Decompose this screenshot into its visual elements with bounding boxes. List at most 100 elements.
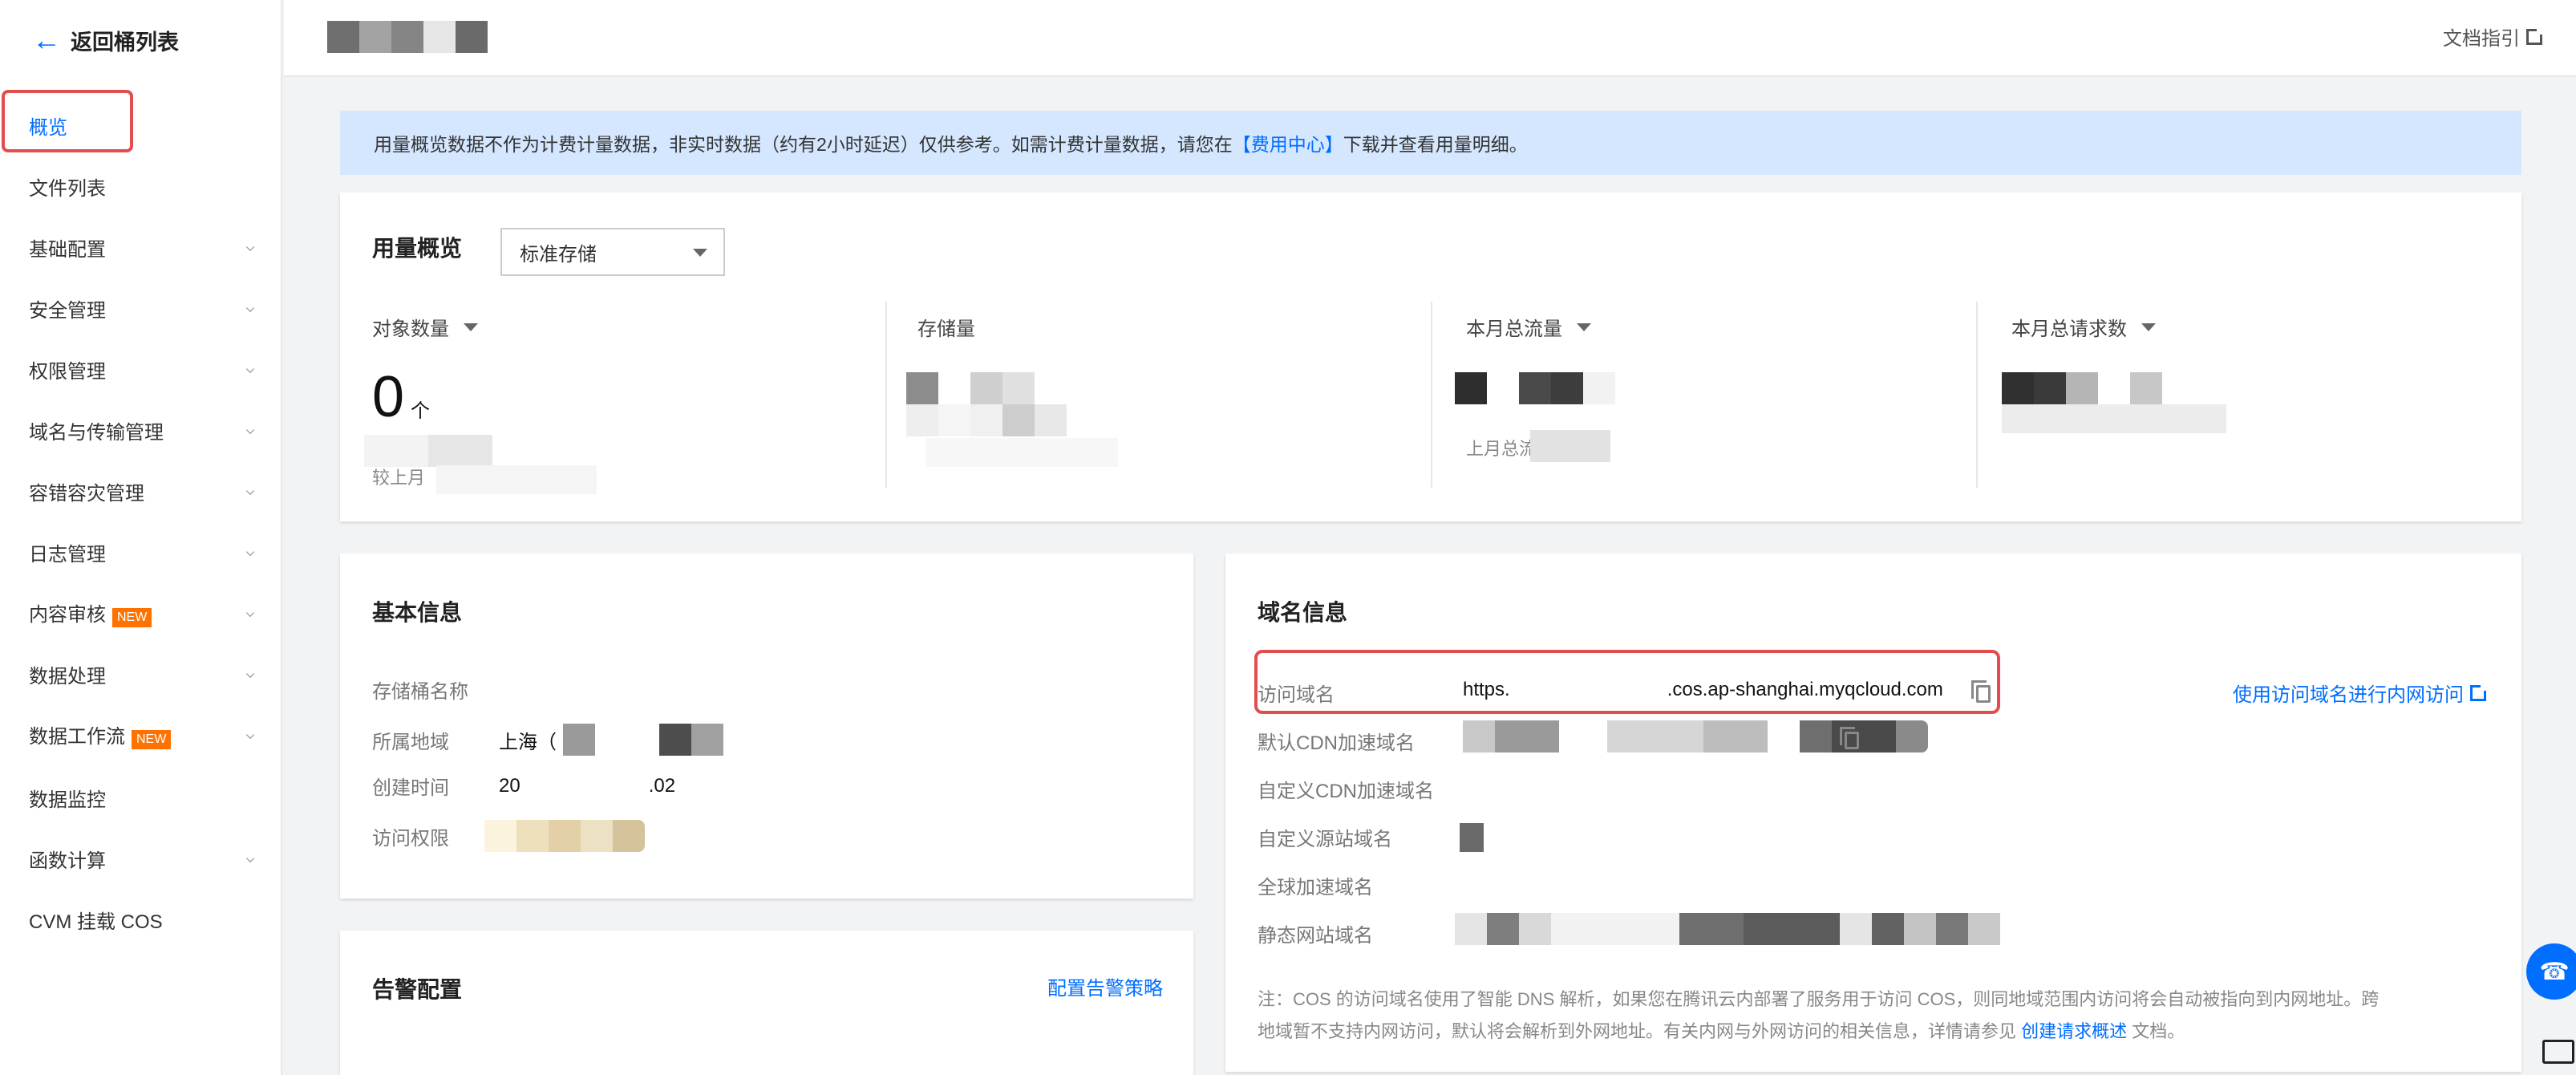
copy-icon[interactable] [1971, 680, 1991, 703]
sidebar-item-data-workflow[interactable]: 数据工作流 NEW [29, 717, 261, 752]
sidebar-item-label: 数据处理 [29, 665, 106, 688]
chevron-down-icon [245, 303, 255, 313]
back-to-bucket-list[interactable]: ← 返回桶列表 [32, 24, 179, 56]
created-row: 创建时间 20 .02 [372, 772, 675, 800]
access-row: 访问权限 [372, 820, 645, 852]
sidebar-item-label: 文件列表 [29, 177, 106, 200]
url-prefix: https. [1463, 679, 1510, 700]
sidebar-item-security[interactable]: 安全管理 [29, 290, 261, 326]
request-overview-link[interactable]: 创建请求概述 [2021, 1021, 2127, 1041]
metric-separator [885, 302, 887, 488]
sidebar-item-text: 数据工作流 [29, 726, 125, 748]
sidebar-item-domain-transfer[interactable]: 域名与传输管理 [29, 412, 261, 448]
sidebar-item-label: 容错容灾管理 [29, 482, 144, 505]
caret-down-icon [1577, 322, 1591, 331]
sidebar-item-label: 日志管理 [29, 543, 106, 566]
metric-label-text: 对象数量 [372, 318, 449, 340]
redacted-origin [1460, 823, 1484, 852]
sidebar-item-data-processing[interactable]: 数据处理 [29, 656, 261, 692]
sidebar-item-file-list[interactable]: 文件列表 [29, 168, 261, 204]
basic-info-card: 基本信息 存储桶名称 所属地域 上海（ 创建时间 20 .02 访问权限 [340, 554, 1193, 899]
doc-guide-link[interactable]: 文档指引 [2443, 22, 2545, 51]
configure-alert-policy-link[interactable]: 配置告警策略 [1047, 972, 1163, 1000]
redacted-storage-value [906, 372, 1035, 404]
sidebar-item-basic-config[interactable]: 基础配置 [29, 229, 261, 265]
sidebar-item-logs[interactable]: 日志管理 [29, 534, 261, 570]
sidebar-item-text: 内容审核 [29, 604, 106, 626]
sidebar-item-label: 权限管理 [29, 360, 106, 383]
usage-overview-card: 用量概览 标准存储 对象数量 0 个 较上月 存储量 本月总流量 上月总流 本月… [340, 193, 2521, 521]
sidebar-item-label: CVM 挂载 COS [29, 911, 163, 933]
external-link-icon [2470, 682, 2489, 701]
sidebar-item-content-review[interactable]: 内容审核 NEW [29, 595, 261, 631]
book-icon[interactable] [2542, 1040, 2574, 1064]
metric-traffic-label[interactable]: 本月总流量 [1466, 313, 1591, 341]
region-label: 所属地域 [372, 731, 449, 753]
notice-text-after: 下载并查看用量明细。 [1343, 134, 1528, 155]
sidebar: ← 返回桶列表 概览 文件列表 基础配置 安全管理 权限管理 域名与传输管理 容… [0, 0, 282, 1075]
notice-text-before: 用量概览数据不作为计费计量数据，非实时数据（约有2小时延迟）仅供参考。如需计费计… [374, 134, 1233, 155]
created-prefix: 20 [499, 774, 520, 797]
redacted-access [484, 820, 645, 852]
sidebar-item-cvm-mount[interactable]: CVM 挂载 COS [29, 902, 261, 937]
external-link-icon [2526, 26, 2545, 45]
chevron-down-icon [245, 608, 255, 618]
redacted-traffic-value [1455, 372, 1615, 404]
chevron-down-icon [245, 364, 255, 374]
usage-notice-banner: 用量概览数据不作为计费计量数据，非实时数据（约有2小时延迟）仅供参考。如需计费计… [340, 111, 2521, 175]
copy-icon[interactable] [1840, 727, 1859, 749]
redacted-static-site [1455, 913, 2000, 945]
top-header: 文档指引 [284, 0, 2576, 77]
bucket-name-label: 存储桶名称 [372, 681, 468, 703]
sidebar-item-data-monitoring[interactable]: 数据监控 [29, 780, 261, 815]
access-domain-url: https. .cos.ap-shanghai.myqcloud.com [1463, 679, 1943, 701]
chevron-down-icon [245, 486, 255, 496]
metric-requests-label[interactable]: 本月总请求数 [2011, 313, 2156, 341]
metric-label-text: 本月总请求数 [2011, 318, 2127, 340]
sidebar-item-label: 基础配置 [29, 238, 106, 261]
support-headset-icon[interactable]: ☎ [2526, 943, 2576, 1000]
chevron-down-icon [245, 242, 255, 252]
redacted-storage-compare [925, 438, 1118, 467]
back-label: 返回桶列表 [71, 30, 179, 55]
bucket-name-row: 存储桶名称 [372, 675, 499, 704]
intranet-access-link[interactable]: 使用访问域名进行内网访问 [2233, 679, 2489, 707]
global-accel-label: 全球加速域名 [1258, 877, 1373, 899]
metric-objects-label[interactable]: 对象数量 [372, 313, 478, 341]
metric-storage-label: 存储量 [917, 318, 975, 340]
domain-info-title: 域名信息 [1258, 600, 1348, 625]
region-row: 所属地域 上海（ [372, 724, 723, 756]
metric-separator [1976, 302, 1978, 488]
billing-center-link[interactable]: 【费用中心】 [1233, 129, 1343, 156]
objects-count: 0 [372, 365, 405, 429]
new-badge: NEW [132, 730, 172, 749]
redacted-block [436, 465, 597, 494]
chevron-down-icon [245, 854, 255, 863]
sidebar-item-fault-tolerance[interactable]: 容错容灾管理 [29, 473, 261, 509]
intranet-access-label: 使用访问域名进行内网访问 [2233, 684, 2464, 706]
sidebar-item-label: 安全管理 [29, 299, 106, 322]
alert-config-title: 告警配置 [372, 977, 463, 1002]
sidebar-item-label: 数据工作流 NEW [29, 720, 245, 749]
region-value: 上海（ [499, 731, 557, 753]
caret-down-icon [2141, 322, 2156, 331]
sidebar-item-permissions[interactable]: 权限管理 [29, 351, 261, 387]
highlight-box-overview [2, 90, 133, 152]
redacted-block [1530, 430, 1610, 462]
note-line-1: 注：COS 的访问域名使用了智能 DNS 解析，如果您在腾讯云内部署了服务用于访… [1258, 989, 2380, 1009]
new-badge: NEW [112, 608, 152, 627]
chevron-down-icon [245, 730, 255, 740]
sidebar-item-label: 内容审核 NEW [29, 598, 245, 627]
note-text-after: 文档。 [2132, 1021, 2185, 1041]
static-site-label: 静态网站域名 [1258, 925, 1373, 947]
basic-info-title: 基本信息 [372, 600, 463, 625]
chevron-down-icon [245, 669, 255, 679]
caret-down-icon [464, 322, 478, 331]
redacted-requests-sub [2002, 404, 2226, 433]
arrow-left-icon: ← [32, 23, 61, 56]
custom-origin-label: 自定义源站域名 [1258, 829, 1392, 850]
alert-config-card: 告警配置 配置告警策略 [340, 931, 1193, 1075]
objects-compare-label: 较上月 [372, 468, 426, 488]
sidebar-item-functions[interactable]: 函数计算 [29, 841, 261, 876]
chevron-down-icon [245, 547, 255, 557]
